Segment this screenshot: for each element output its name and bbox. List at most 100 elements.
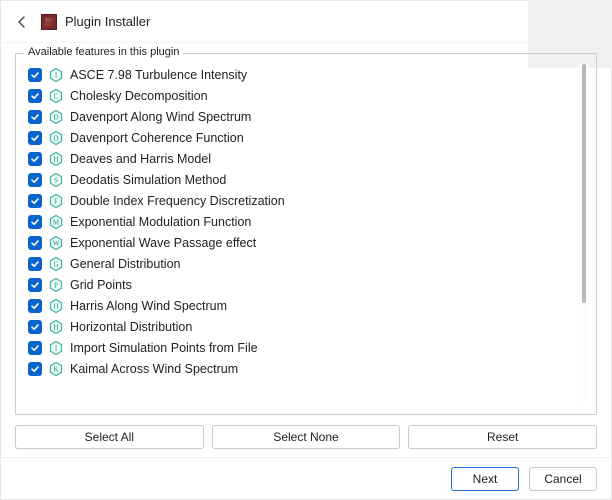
feature-label: Horizontal Distribution (70, 320, 192, 334)
checkbox[interactable] (28, 362, 42, 376)
checkbox[interactable] (28, 236, 42, 250)
next-button[interactable]: Next (451, 467, 519, 491)
feature-hex-icon: I (48, 340, 64, 356)
svg-text:G: G (53, 260, 58, 268)
check-icon (30, 238, 40, 248)
check-icon (30, 175, 40, 185)
cancel-button[interactable]: Cancel (529, 467, 597, 491)
checkbox[interactable] (28, 194, 42, 208)
list-item[interactable]: K Kaimal Across Wind Spectrum (24, 358, 588, 379)
features-group: Available features in this plugin IASCE … (15, 53, 597, 415)
checkbox[interactable] (28, 320, 42, 334)
feature-label: Harris Along Wind Spectrum (70, 299, 227, 313)
body: Available features in this plugin I ASCE … (1, 43, 611, 449)
feature-hex-icon: W (48, 235, 64, 251)
select-all-button[interactable]: Select All (15, 425, 204, 449)
check-icon (30, 154, 40, 164)
svg-text:H: H (53, 155, 58, 163)
feature-hex-icon: D (48, 130, 64, 146)
check-icon (30, 217, 40, 227)
checkbox[interactable] (28, 341, 42, 355)
select-none-button[interactable]: Select None (212, 425, 401, 449)
feature-label: Import Simulation Points from File (70, 341, 258, 355)
checkbox[interactable] (28, 131, 42, 145)
list-item[interactable]: PGrid Points (24, 274, 588, 295)
checkbox[interactable] (28, 89, 42, 103)
list-item[interactable]: SDeodatis Simulation Method (24, 169, 588, 190)
scrollbar-thumb[interactable] (582, 64, 586, 303)
checkbox[interactable] (28, 299, 42, 313)
feature-label: General Distribution (70, 257, 180, 271)
check-icon (30, 91, 40, 101)
list-item[interactable]: H Harris Along Wind Spectrum (24, 295, 588, 316)
check-icon (30, 112, 40, 122)
back-button[interactable] (13, 13, 31, 31)
list-item[interactable]: F Double Index Frequency Discretization (24, 190, 588, 211)
scrollbar[interactable] (578, 64, 588, 406)
checkbox[interactable] (28, 110, 42, 124)
list-item[interactable]: I Import Simulation Points from File (24, 337, 588, 358)
check-icon (30, 133, 40, 143)
selection-buttons: Select All Select None Reset (15, 425, 597, 449)
svg-text:P: P (54, 281, 58, 289)
svg-text:C: C (54, 92, 59, 100)
checkbox[interactable] (28, 152, 42, 166)
svg-text:H: H (53, 302, 58, 310)
svg-text:F: F (54, 197, 58, 205)
svg-text:D: D (53, 134, 58, 142)
list-item[interactable]: G General Distribution (24, 253, 588, 274)
feature-label: Kaimal Across Wind Spectrum (70, 362, 238, 376)
feature-hex-icon: K (48, 361, 64, 377)
feature-hex-icon: I (48, 67, 64, 83)
svg-text:D: D (53, 113, 58, 121)
list-item[interactable]: I ASCE 7.98 Turbulence Intensity (24, 64, 588, 85)
list-item[interactable]: D Davenport Along Wind Spectrum (24, 106, 588, 127)
feature-hex-icon: F (48, 193, 64, 209)
group-label: Available features in this plugin (24, 46, 183, 58)
feature-label: Deaves and Harris Model (70, 152, 211, 166)
feature-label: Davenport Coherence Function (70, 131, 244, 145)
feature-hex-icon: G (48, 256, 64, 272)
feature-label: Double Index Frequency Discretization (70, 194, 285, 208)
checkbox[interactable] (28, 257, 42, 271)
checkbox[interactable] (28, 173, 42, 187)
bottom-bar: Next Cancel (1, 457, 611, 499)
checkbox[interactable] (28, 68, 42, 82)
feature-hex-icon: P (48, 277, 64, 293)
check-icon (30, 259, 40, 269)
check-icon (30, 343, 40, 353)
feature-hex-icon: C (48, 88, 64, 104)
arrow-left-icon (15, 15, 29, 29)
list-item[interactable]: W Exponential Wave Passage effect (24, 232, 588, 253)
feature-label: Exponential Wave Passage effect (70, 236, 256, 250)
feature-label: ASCE 7.98 Turbulence Intensity (70, 68, 247, 82)
check-icon (30, 280, 40, 290)
feature-hex-icon: H (48, 298, 64, 314)
check-icon (30, 364, 40, 374)
feature-hex-icon: M (48, 214, 64, 230)
feature-label: Deodatis Simulation Method (70, 173, 226, 187)
list-item[interactable]: H Horizontal Distribution (24, 316, 588, 337)
page-title: Plugin Installer (65, 14, 150, 29)
checkbox[interactable] (28, 215, 42, 229)
list-item[interactable]: D Davenport Coherence Function (24, 127, 588, 148)
check-icon (30, 322, 40, 332)
checkbox[interactable] (28, 278, 42, 292)
plugin-installer-window: Plugin Installer Available features in t… (0, 0, 612, 500)
check-icon (30, 196, 40, 206)
feature-hex-icon: H (48, 319, 64, 335)
list-item[interactable]: CCholesky Decomposition (24, 85, 588, 106)
list-item[interactable]: H Deaves and Harris Model (24, 148, 588, 169)
svg-text:M: M (53, 218, 60, 226)
feature-label: Davenport Along Wind Spectrum (70, 110, 251, 124)
reset-button[interactable]: Reset (408, 425, 597, 449)
svg-text:H: H (53, 323, 58, 331)
check-icon (30, 70, 40, 80)
feature-label: Exponential Modulation Function (70, 215, 251, 229)
svg-text:W: W (53, 239, 60, 247)
feature-hex-icon: H (48, 151, 64, 167)
list-item[interactable]: M Exponential Modulation Function (24, 211, 588, 232)
svg-text:K: K (53, 365, 58, 373)
check-icon (30, 301, 40, 311)
features-list: I ASCE 7.98 Turbulence Intensity CCholesky… (24, 64, 588, 406)
